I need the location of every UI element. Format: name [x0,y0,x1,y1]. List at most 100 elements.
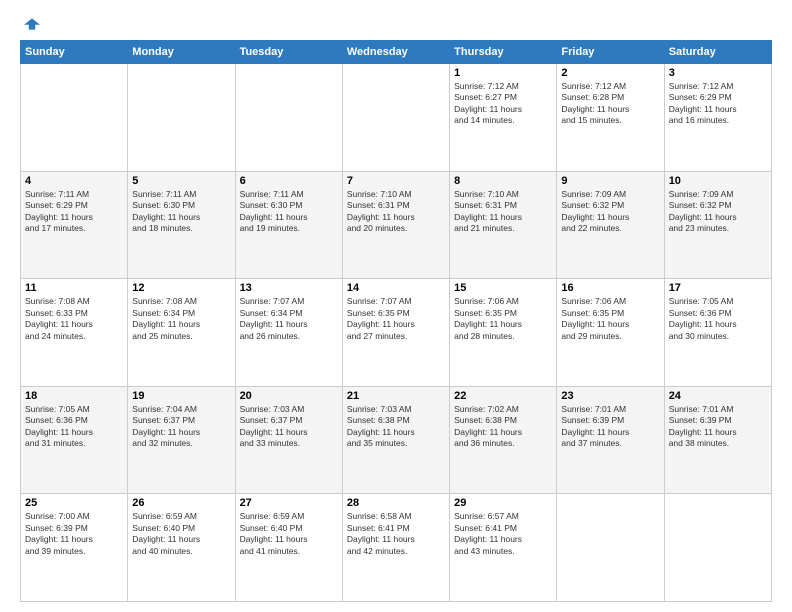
cell-info: Sunrise: 7:11 AM Sunset: 6:30 PM Dayligh… [240,189,338,235]
cell-date: 22 [454,390,552,402]
calendar-cell: 17Sunrise: 7:05 AM Sunset: 6:36 PM Dayli… [664,279,771,387]
calendar-cell: 8 Sunrise: 7:10 AM Sunset: 6:31 PM Daylig… [450,171,557,279]
cell-date: 9 [561,175,659,187]
cell-date: 28 [347,497,445,509]
cell-date: 20 [240,390,338,402]
cell-info: Sunrise: 6:57 AM Sunset: 6:41 PM Dayligh… [454,511,552,557]
calendar-cell [235,64,342,172]
weekday-header-monday: Monday [128,41,235,64]
header [20,16,772,32]
calendar-cell: 24 Sunrise: 7:01 AM Sunset: 6:39 PM Dayli… [664,386,771,494]
cell-info: Sunrise: 7:05 AM Sunset: 6:36 PM Dayligh… [25,404,123,450]
calendar-cell: 28 Sunrise: 6:58 AM Sunset: 6:41 PM Dayli… [342,494,449,602]
cell-info: Sunrise: 7:04 AM Sunset: 6:37 PM Dayligh… [132,404,230,450]
calendar-cell: 14 Sunrise: 7:07 AM Sunset: 6:35 PM Dayli… [342,279,449,387]
cell-date: 19 [132,390,230,402]
cell-info: Sunrise: 7:03 AM Sunset: 6:38 PM Dayligh… [347,404,445,450]
page: SundayMondayTuesdayWednesdayThursdayFrid… [0,0,792,612]
cell-date: 4 [25,175,123,187]
weekday-header-tuesday: Tuesday [235,41,342,64]
calendar-week-5: 25 Sunrise: 7:00 AM Sunset: 6:39 PM Dayli… [21,494,772,602]
cell-date: 29 [454,497,552,509]
cell-info: Sunrise: 7:10 AM Sunset: 6:31 PM Dayligh… [454,189,552,235]
cell-date: 12 [132,282,230,294]
cell-info: Sunrise: 7:08 AM Sunset: 6:34 PM Dayligh… [132,296,230,342]
cell-info: Sunrise: 7:08 AM Sunset: 6:33 PM Dayligh… [25,296,123,342]
cell-date: 8 [454,175,552,187]
calendar-week-3: 11 Sunrise: 7:08 AM Sunset: 6:33 PM Dayli… [21,279,772,387]
calendar-cell: 5 Sunrise: 7:11 AM Sunset: 6:30 PM Daylig… [128,171,235,279]
cell-info: Sunrise: 7:07 AM Sunset: 6:34 PM Dayligh… [240,296,338,342]
weekday-header-sunday: Sunday [21,41,128,64]
calendar-cell [128,64,235,172]
cell-date: 6 [240,175,338,187]
cell-date: 21 [347,390,445,402]
cell-date: 23 [561,390,659,402]
logo [20,16,40,32]
calendar-cell: 27 Sunrise: 6:59 AM Sunset: 6:40 PM Dayli… [235,494,342,602]
cell-info: Sunrise: 7:09 AM Sunset: 6:32 PM Dayligh… [561,189,659,235]
calendar-cell: 9 Sunrise: 7:09 AM Sunset: 6:32 PM Daylig… [557,171,664,279]
cell-info: Sunrise: 7:11 AM Sunset: 6:30 PM Dayligh… [132,189,230,235]
cell-info: Sunrise: 7:12 AM Sunset: 6:29 PM Dayligh… [669,81,767,127]
cell-date: 15 [454,282,552,294]
cell-date: 18 [25,390,123,402]
calendar-cell [342,64,449,172]
calendar-cell: 22 Sunrise: 7:02 AM Sunset: 6:38 PM Dayli… [450,386,557,494]
cell-info: Sunrise: 7:10 AM Sunset: 6:31 PM Dayligh… [347,189,445,235]
cell-date: 25 [25,497,123,509]
cell-date: 7 [347,175,445,187]
cell-info: Sunrise: 7:07 AM Sunset: 6:35 PM Dayligh… [347,296,445,342]
cell-info: Sunrise: 7:01 AM Sunset: 6:39 PM Dayligh… [669,404,767,450]
cell-info: Sunrise: 6:59 AM Sunset: 6:40 PM Dayligh… [240,511,338,557]
calendar-cell: 26 Sunrise: 6:59 AM Sunset: 6:40 PM Dayli… [128,494,235,602]
calendar-header: SundayMondayTuesdayWednesdayThursdayFrid… [21,41,772,64]
cell-info: Sunrise: 7:11 AM Sunset: 6:29 PM Dayligh… [25,189,123,235]
cell-info: Sunrise: 7:03 AM Sunset: 6:37 PM Dayligh… [240,404,338,450]
weekday-header-row: SundayMondayTuesdayWednesdayThursdayFrid… [21,41,772,64]
logo-bird-icon [24,16,40,32]
calendar-cell: 4 Sunrise: 7:11 AM Sunset: 6:29 PM Daylig… [21,171,128,279]
cell-date: 26 [132,497,230,509]
calendar-cell: 7 Sunrise: 7:10 AM Sunset: 6:31 PM Daylig… [342,171,449,279]
cell-info: Sunrise: 7:06 AM Sunset: 6:35 PM Dayligh… [561,296,659,342]
calendar-cell: 3 Sunrise: 7:12 AM Sunset: 6:29 PM Daylig… [664,64,771,172]
calendar-week-4: 18 Sunrise: 7:05 AM Sunset: 6:36 PM Dayli… [21,386,772,494]
weekday-header-friday: Friday [557,41,664,64]
cell-date: 27 [240,497,338,509]
calendar-cell: 12 Sunrise: 7:08 AM Sunset: 6:34 PM Dayli… [128,279,235,387]
calendar-cell: 15 Sunrise: 7:06 AM Sunset: 6:35 PM Dayli… [450,279,557,387]
weekday-header-saturday: Saturday [664,41,771,64]
cell-info: Sunrise: 7:00 AM Sunset: 6:39 PM Dayligh… [25,511,123,557]
cell-info: Sunrise: 7:12 AM Sunset: 6:27 PM Dayligh… [454,81,552,127]
cell-info: Sunrise: 7:05 AM Sunset: 6:36 PM Dayligh… [669,296,767,342]
cell-date: 1 [454,67,552,79]
calendar-cell: 18 Sunrise: 7:05 AM Sunset: 6:36 PM Dayli… [21,386,128,494]
cell-info: Sunrise: 7:06 AM Sunset: 6:35 PM Dayligh… [454,296,552,342]
cell-date: 14 [347,282,445,294]
cell-info: Sunrise: 6:59 AM Sunset: 6:40 PM Dayligh… [132,511,230,557]
calendar-cell: 29 Sunrise: 6:57 AM Sunset: 6:41 PM Dayli… [450,494,557,602]
cell-info: Sunrise: 7:12 AM Sunset: 6:28 PM Dayligh… [561,81,659,127]
calendar-cell [21,64,128,172]
cell-info: Sunrise: 7:02 AM Sunset: 6:38 PM Dayligh… [454,404,552,450]
calendar-cell: 6 Sunrise: 7:11 AM Sunset: 6:30 PM Daylig… [235,171,342,279]
calendar-cell: 2Sunrise: 7:12 AM Sunset: 6:28 PM Daylig… [557,64,664,172]
calendar-cell [557,494,664,602]
weekday-header-thursday: Thursday [450,41,557,64]
calendar-cell: 20 Sunrise: 7:03 AM Sunset: 6:37 PM Dayli… [235,386,342,494]
cell-date: 24 [669,390,767,402]
cell-info: Sunrise: 6:58 AM Sunset: 6:41 PM Dayligh… [347,511,445,557]
cell-date: 3 [669,67,767,79]
calendar-week-1: 1 Sunrise: 7:12 AM Sunset: 6:27 PM Daylig… [21,64,772,172]
calendar-cell: 1 Sunrise: 7:12 AM Sunset: 6:27 PM Daylig… [450,64,557,172]
cell-date: 13 [240,282,338,294]
calendar-cell: 19 Sunrise: 7:04 AM Sunset: 6:37 PM Dayli… [128,386,235,494]
cell-date: 5 [132,175,230,187]
cell-info: Sunrise: 7:01 AM Sunset: 6:39 PM Dayligh… [561,404,659,450]
cell-date: 16 [561,282,659,294]
cell-date: 11 [25,282,123,294]
calendar-cell: 13 Sunrise: 7:07 AM Sunset: 6:34 PM Dayli… [235,279,342,387]
calendar-cell: 25 Sunrise: 7:00 AM Sunset: 6:39 PM Dayli… [21,494,128,602]
calendar-cell: 11 Sunrise: 7:08 AM Sunset: 6:33 PM Dayli… [21,279,128,387]
